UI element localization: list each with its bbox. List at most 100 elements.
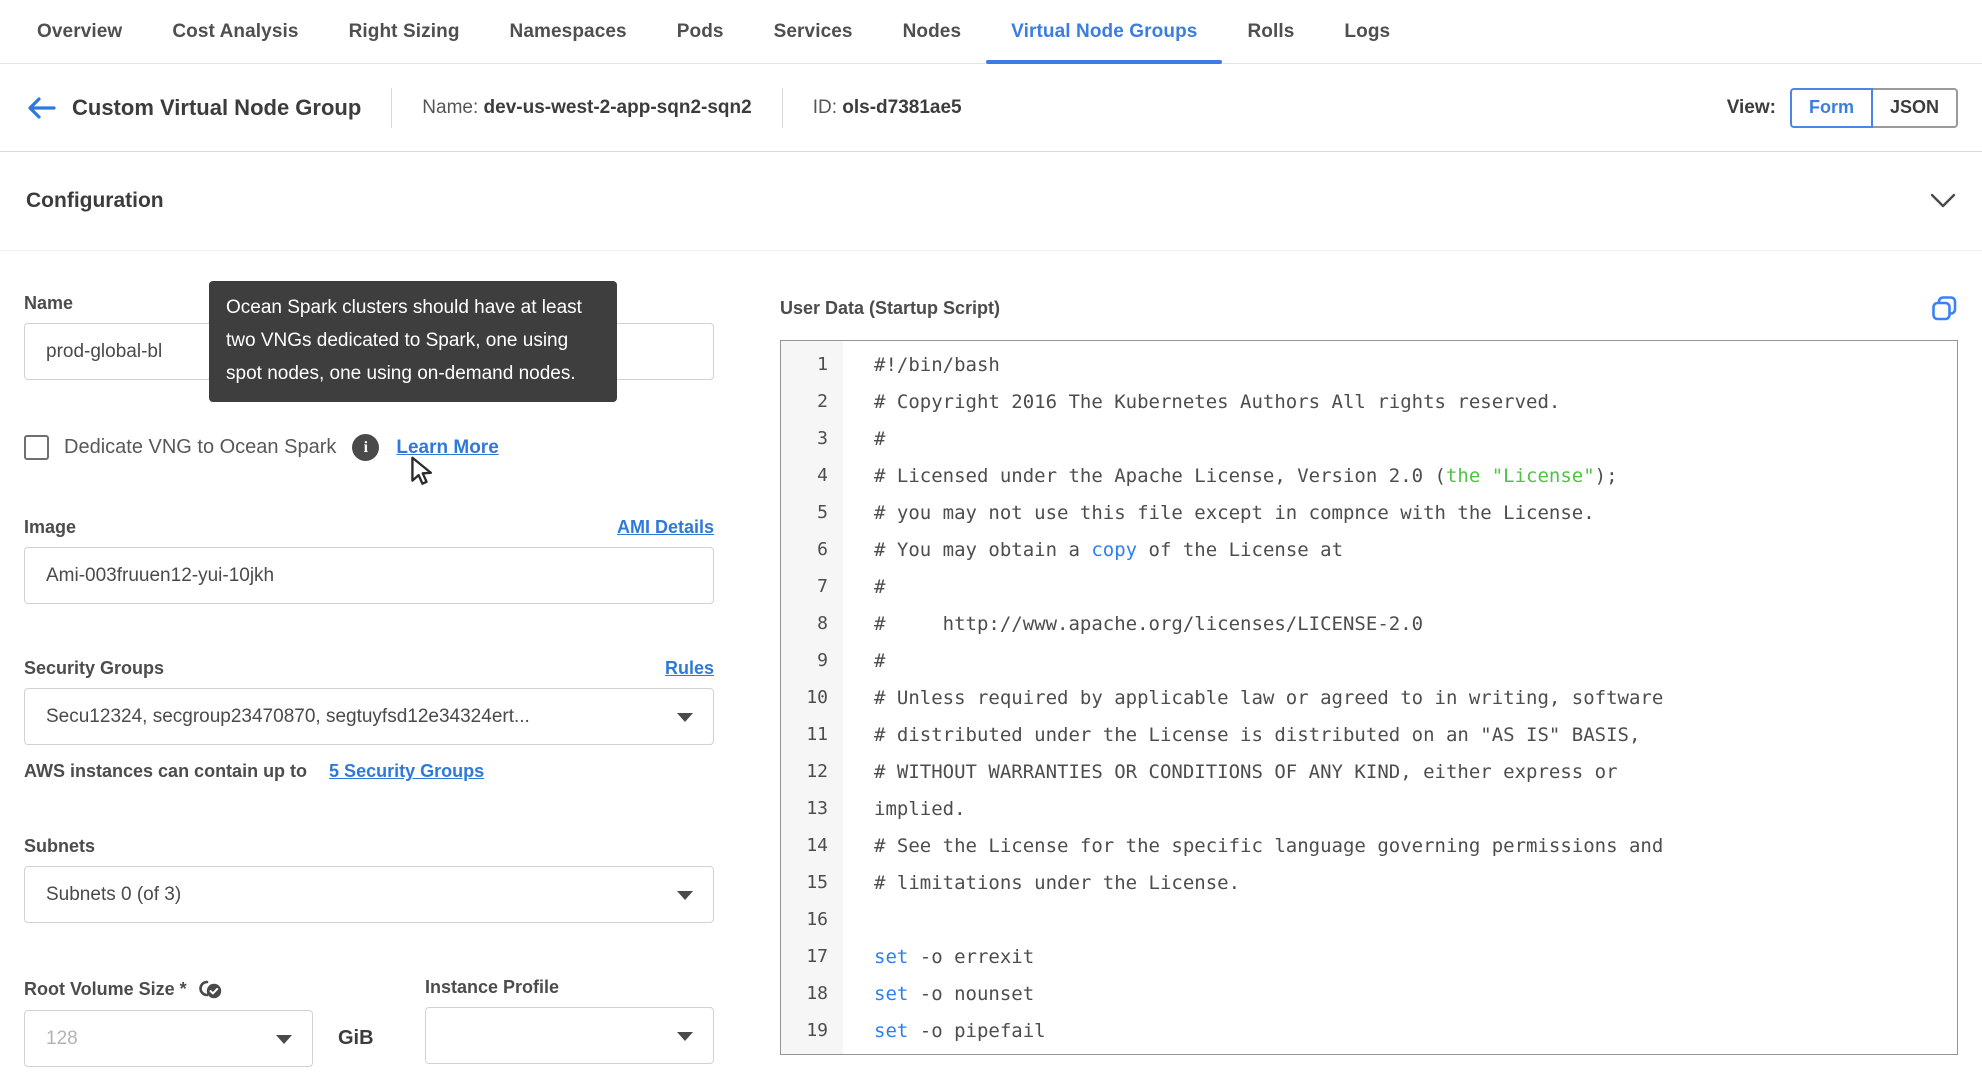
view-label: View: [1726,96,1776,118]
root-volume-select[interactable]: 128 [24,1010,313,1067]
mouse-cursor-icon [411,456,433,485]
subnets-field-group: Subnets Subnets 0 (of 3) [24,836,714,923]
tab-rolls[interactable]: Rolls [1222,0,1319,63]
code-text: # limitations under the License. [874,871,1241,894]
name-field-group: Name Ocean Spark clusters should have at… [24,281,714,402]
code-text: # Copyright 2016 The Kubernetes Authors … [874,390,1561,413]
vng-id: ID: ols-d7381ae5 [813,97,962,119]
code-text: # [874,575,886,598]
page-title: Custom Virtual Node Group [72,94,362,120]
form-left-column: Name Ocean Spark clusters should have at… [24,281,714,1067]
view-toggle-json[interactable]: JSON [1872,87,1958,128]
code-line: 11 # distributed under the License is dis… [781,716,1957,753]
back-button[interactable] [24,91,58,125]
gib-unit-label: GiB [338,1027,374,1049]
code-line: 8 # http://www.apache.org/licenses/LICENS… [781,605,1957,642]
copy-button[interactable] [1931,295,1958,322]
caret-down-icon [677,890,693,900]
configuration-form: Name Ocean Spark clusters should have at… [0,251,1982,1067]
tab-namespaces[interactable]: Namespaces [485,0,652,63]
ocean-spark-tooltip: Ocean Spark clusters should have at leas… [209,281,617,402]
line-number: 4 [817,465,828,486]
tab-virtual-node-groups[interactable]: Virtual Node Groups [986,0,1223,64]
code-text: # Unless required by applicable law or a… [874,686,1664,709]
line-number: 12 [806,761,828,782]
dedicate-vng-row: Dedicate VNG to Ocean Spark i Learn More [24,434,714,485]
collapse-button[interactable] [1930,193,1956,209]
subnets-select[interactable]: Subnets 0 (of 3) [24,866,714,923]
caret-down-icon [677,712,693,722]
line-number: 2 [817,391,828,412]
code-text: # http://www.apache.org/licenses/LICENSE… [874,612,1424,635]
line-number: 9 [817,650,828,671]
root-volume-field-group: Root Volume Size * 128 [24,977,313,1067]
vng-name-value: dev-us-west-2-app-sqn2-sqn2 [483,96,752,118]
view-toggle: Form JSON [1789,87,1958,128]
code-text: # [874,427,886,450]
code-text: set -o nounset [874,982,1035,1005]
code-text: # [874,649,886,672]
image-input[interactable] [24,547,714,604]
configuration-section-header[interactable]: Configuration [0,152,1982,251]
five-security-groups-link[interactable]: 5 Security Groups [329,761,484,782]
code-text: # distributed under the License is distr… [874,723,1641,746]
code-line: 18 set -o nounset [781,975,1957,1012]
line-number: 14 [806,835,828,856]
chevron-down-icon [1930,193,1956,208]
code-text: implied. [874,797,966,820]
line-number: 10 [806,687,828,708]
tab-cost-analysis[interactable]: Cost Analysis [147,0,323,63]
image-label: Image [24,517,77,537]
code-text: # See the License for the specific langu… [874,834,1664,857]
code-line: 19 set -o pipefail [781,1012,1957,1049]
code-editor-lines: 1 #!/bin/bash 2 # Copyright 2016 The Kubern… [781,346,1957,1049]
tab-logs[interactable]: Logs [1319,0,1415,63]
line-number: 5 [817,502,828,523]
code-text: set -o errexit [874,945,1035,968]
link-check-icon [198,980,221,999]
code-line: 5 # you may not use this file except in c… [781,494,1957,531]
bottom-fields-row: Root Volume Size * 128 GiB Instance Prof… [24,977,714,1067]
code-line: 14 # See the License for the specific lan… [781,827,1957,864]
code-line: 3 # [781,420,1957,457]
security-groups-hint: AWS instances can contain up to [24,761,308,781]
code-line: 15 # limitations under the License. [781,864,1957,901]
code-line: 9 # [781,642,1957,679]
code-text: # Licensed under the Apache License, Ver… [874,464,1618,487]
dedicate-vng-checkbox[interactable] [24,435,49,460]
tab-right-sizing[interactable]: Right Sizing [324,0,485,63]
ami-details-link[interactable]: AMI Details [617,517,714,538]
line-number: 18 [806,983,828,1004]
security-groups-select[interactable]: Secu12324, secgroup23470870, segtuyfsd12… [24,688,714,745]
code-line: 12 # WITHOUT WARRANTIES OR CONDITIONS OF … [781,753,1957,790]
code-line: 2 # Copyright 2016 The Kubernetes Authors… [781,383,1957,420]
page-header: Custom Virtual Node Group Name: dev-us-w… [0,64,1982,151]
code-line: 4 # Licensed under the Apache License, Ve… [781,457,1957,494]
line-number: 15 [806,872,828,893]
root-volume-placeholder: 128 [46,1027,78,1049]
code-line: 1 #!/bin/bash [781,346,1957,383]
security-groups-label: Security Groups [24,658,165,678]
code-editor[interactable]: 1 #!/bin/bash 2 # Copyright 2016 The Kubern… [780,340,1958,1055]
tab-overview[interactable]: Overview [12,0,147,63]
info-icon[interactable]: i [352,434,380,461]
instance-profile-field-group: Instance Profile [425,977,714,1067]
tab-services[interactable]: Services [749,0,878,63]
tab-pods[interactable]: Pods [652,0,749,63]
vng-id-label: ID: [812,96,837,118]
caret-down-icon [276,1034,292,1044]
tab-bar: Overview Cost Analysis Right Sizing Namespa… [0,0,1982,64]
user-data-column: User Data (Startup Script) 1 #!/bin/bash 2… [780,293,1958,1067]
code-line: 17 set -o errexit [781,938,1957,975]
code-line: 10 # Unless required by applicable law or… [781,679,1957,716]
instance-profile-select[interactable] [425,1007,714,1064]
user-data-label: User Data (Startup Script) [780,297,1001,318]
tab-nodes[interactable]: Nodes [878,0,987,63]
rules-link[interactable]: Rules [665,658,714,679]
instance-profile-label: Instance Profile [425,977,560,997]
view-toggle-form[interactable]: Form [1789,87,1873,128]
copy-icon [1932,295,1957,320]
line-number: 19 [806,1020,828,1041]
dedicate-vng-label: Dedicate VNG to Ocean Spark [64,436,337,458]
line-number: 8 [817,613,828,634]
